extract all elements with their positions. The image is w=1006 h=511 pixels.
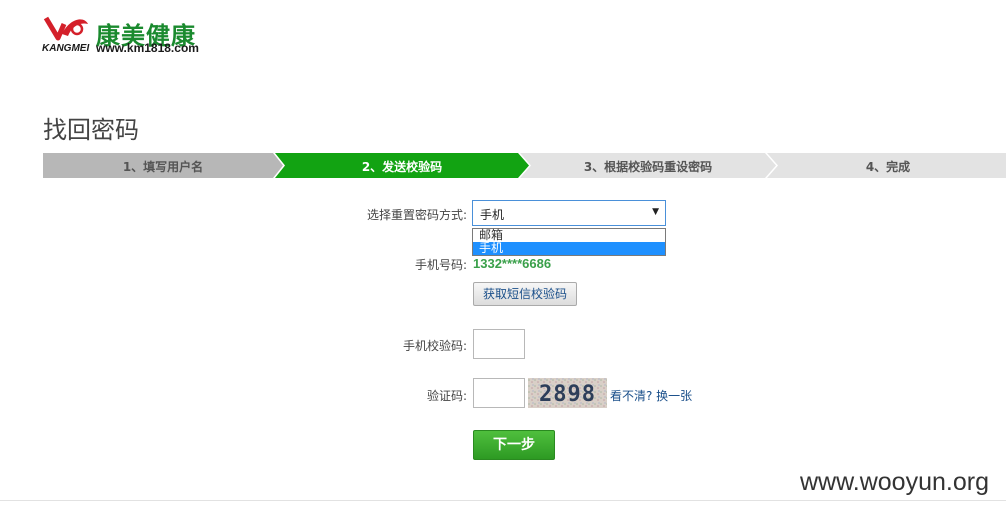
chevron-down-icon: ▼ — [652, 207, 659, 217]
refresh-captcha-link[interactable]: 看不清? 换一张 — [610, 387, 692, 404]
sms-code-label: 手机校验码: — [402, 339, 467, 353]
phone-number: 1332****6686 — [473, 256, 552, 271]
captcha-text: 2898 — [539, 382, 596, 407]
method-option-phone[interactable]: 手机 — [473, 242, 665, 255]
step-1-label: 1、填写用户名 — [122, 160, 204, 174]
page-title: 找回密码 — [43, 116, 139, 144]
captcha-input[interactable] — [473, 378, 525, 408]
watermark: www.wooyun.org — [800, 468, 989, 496]
step-2-label: 2、发送校验码 — [361, 160, 443, 174]
step-4-label: 4、完成 — [865, 160, 911, 174]
method-dropdown[interactable]: 邮箱 手机 — [472, 228, 666, 256]
captcha-image[interactable]: 2898 — [528, 378, 607, 408]
next-step-button[interactable]: 下一步 — [473, 430, 555, 460]
get-sms-code-button[interactable]: 获取短信校验码 — [473, 282, 577, 306]
method-select[interactable]: 手机 ▼ — [472, 200, 666, 226]
captcha-label: 验证码: — [426, 389, 467, 403]
method-select-value: 手机 — [480, 208, 505, 222]
step-3-label: 3、根据校验码重设密码 — [583, 160, 713, 174]
brand-url: www.km1818.com — [96, 41, 199, 55]
footer-divider — [0, 500, 1006, 501]
brand-name-en: KANGMEI — [42, 43, 90, 54]
phone-label: 手机号码: — [414, 258, 467, 272]
brand-logo[interactable]: 康美健康 KANGMEI www.km1818.com — [40, 14, 220, 58]
method-label: 选择重置密码方式: — [366, 208, 467, 222]
progress-steps: 1、填写用户名 2、发送校验码 3、根据校验码重设密码 4、完成 — [43, 153, 1006, 178]
sms-code-input[interactable] — [473, 329, 525, 359]
kangmei-logo-icon — [43, 16, 88, 41]
